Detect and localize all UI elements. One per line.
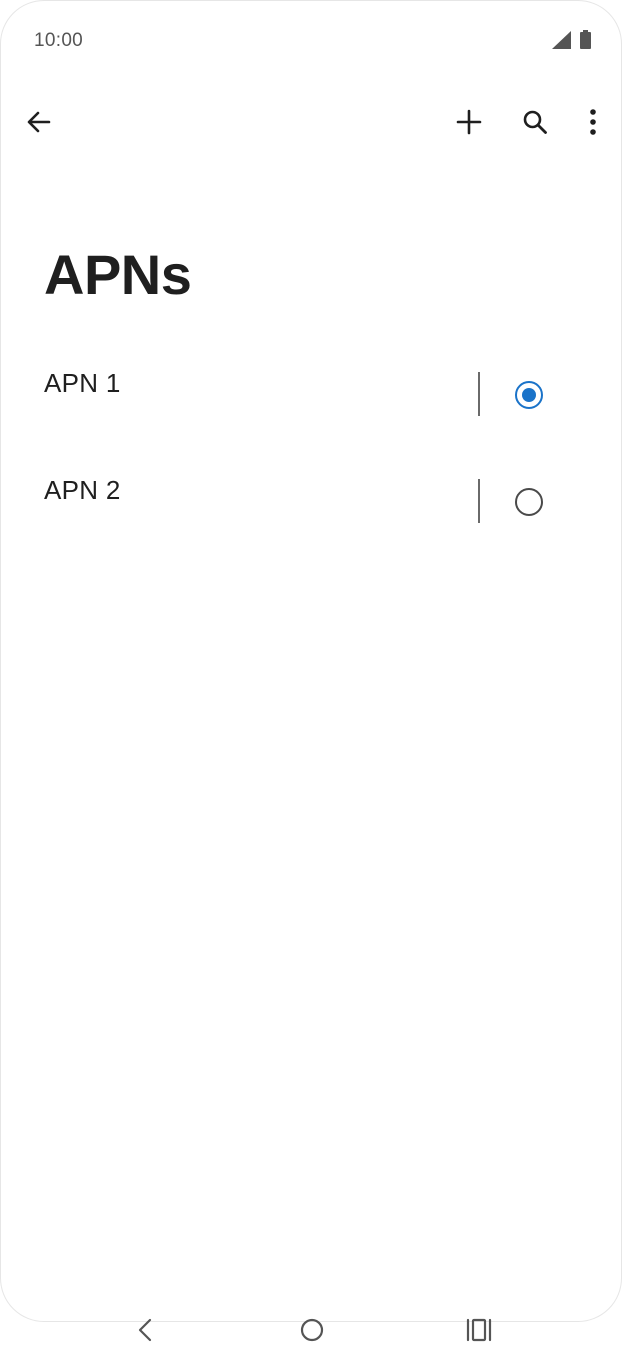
apn-settings-screen: 10:00 APNs APN 1 APN 2 — [0, 0, 624, 1362]
add-apn-button[interactable] — [443, 96, 495, 148]
more-vertical-icon — [590, 109, 596, 135]
search-icon — [523, 110, 547, 134]
back-button[interactable] — [13, 96, 65, 148]
page-title: APNs — [44, 243, 192, 306]
status-bar: 10:00 — [0, 0, 624, 80]
device-frame — [0, 0, 622, 1322]
system-navigation-bar — [0, 1300, 624, 1362]
plus-icon — [456, 109, 482, 135]
apn-list-item-2[interactable]: APN 2 — [0, 453, 624, 553]
signal-icon — [552, 31, 571, 49]
nav-recents-icon — [466, 1318, 492, 1342]
vertical-divider — [478, 372, 480, 416]
apn-list-item-1[interactable]: APN 1 — [0, 346, 624, 446]
apn-2-radio-button[interactable] — [515, 488, 543, 516]
nav-home-icon — [300, 1318, 324, 1342]
nav-home-button[interactable] — [284, 1308, 340, 1352]
status-time: 10:00 — [34, 30, 84, 51]
nav-recents-button[interactable] — [451, 1308, 507, 1352]
nav-back-icon — [138, 1318, 152, 1342]
nav-back-button[interactable] — [117, 1308, 173, 1352]
battery-icon — [580, 30, 591, 49]
vertical-divider — [478, 479, 480, 523]
apn-name: APN 1 — [44, 368, 121, 398]
arrow-left-icon — [27, 111, 51, 133]
search-button[interactable] — [509, 96, 561, 148]
apn-name: APN 2 — [44, 475, 121, 505]
more-options-button[interactable] — [567, 96, 619, 148]
app-toolbar — [0, 96, 624, 152]
apn-1-radio-button[interactable] — [515, 381, 543, 409]
